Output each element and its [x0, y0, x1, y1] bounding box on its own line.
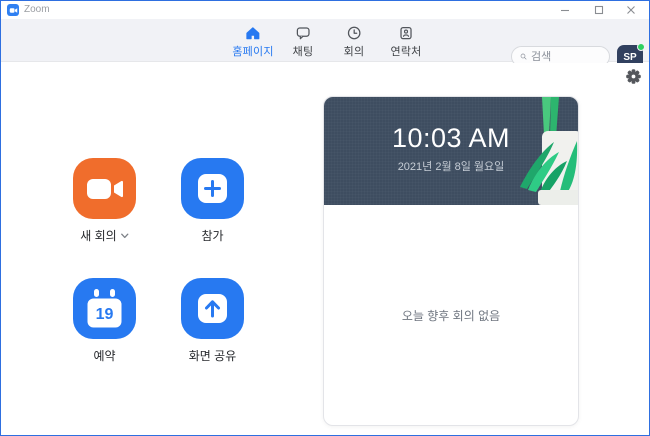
join-button[interactable]: 참가 — [181, 158, 244, 243]
new-meeting-button[interactable]: 새 회의 — [73, 158, 136, 243]
meetings-panel: 10:03 AM 2021년 2월 8일 월요일 오늘 향후 회의 없음 — [323, 96, 579, 426]
tab-meetings-label: 회의 — [343, 46, 365, 58]
share-screen-label: 화면 공유 — [188, 349, 237, 363]
home-icon — [246, 27, 260, 40]
window-title: Zoom — [24, 4, 50, 15]
video-camera-icon — [86, 178, 123, 199]
share-screen-icon — [198, 294, 227, 323]
plus-icon — [198, 174, 227, 203]
nav-bar: 홈페이지 채팅 회의 연락처 검색 SP — [1, 19, 649, 70]
plant-illustration — [520, 97, 578, 205]
tab-chat[interactable]: 채팅 — [293, 25, 314, 59]
meetings-list: 오늘 향후 회의 없음 — [324, 205, 578, 425]
video-camera-icon — [9, 7, 17, 13]
search-icon — [520, 53, 527, 60]
tab-home[interactable]: 홈페이지 — [232, 25, 273, 59]
clock-card: 10:03 AM 2021년 2월 8일 월요일 — [324, 97, 578, 205]
no-meetings-message: 오늘 향후 회의 없음 — [401, 308, 501, 323]
chevron-down-icon[interactable] — [121, 233, 129, 239]
search-input[interactable] — [531, 50, 601, 63]
tab-chat-label: 채팅 — [292, 46, 314, 58]
contacts-icon — [400, 26, 412, 40]
gear-icon — [625, 68, 641, 84]
join-tile[interactable] — [181, 158, 244, 219]
new-meeting-label: 새 회의 — [80, 229, 117, 243]
main-content: 새 회의 참가 19 예약 화면 공유 10:03 AM 2021년 2월 8일… — [1, 63, 649, 435]
title-bar: Zoom — [1, 1, 649, 19]
schedule-button[interactable]: 19 예약 — [73, 278, 136, 363]
schedule-tile[interactable]: 19 — [73, 278, 136, 339]
calendar-icon: 19 — [87, 289, 122, 328]
maximize-icon[interactable] — [583, 1, 615, 19]
settings-button[interactable] — [623, 66, 643, 86]
share-screen-tile[interactable] — [181, 278, 244, 339]
new-meeting-tile[interactable] — [73, 158, 136, 219]
online-status-dot — [637, 43, 645, 51]
minimize-icon[interactable] — [549, 1, 581, 19]
close-icon[interactable] — [615, 1, 647, 19]
tab-contacts-label: 연락처 — [390, 46, 422, 58]
schedule-label: 예약 — [93, 349, 116, 363]
tab-home-label: 홈페이지 — [232, 46, 274, 58]
tab-contacts[interactable]: 연락처 — [391, 25, 422, 59]
calendar-day: 19 — [96, 306, 114, 323]
clock-icon — [347, 26, 361, 40]
tab-meetings[interactable]: 회의 — [344, 25, 365, 59]
zoom-window: Zoom 홈페이지 채팅 회의 연락처 검색 SP 새 회의 참가 19 예약 … — [0, 0, 650, 436]
join-label: 참가 — [201, 229, 224, 243]
avatar-initials: SP — [623, 52, 637, 63]
zoom-app-icon — [7, 4, 19, 16]
chat-icon — [296, 27, 310, 40]
share-screen-button[interactable]: 화면 공유 — [181, 278, 244, 363]
